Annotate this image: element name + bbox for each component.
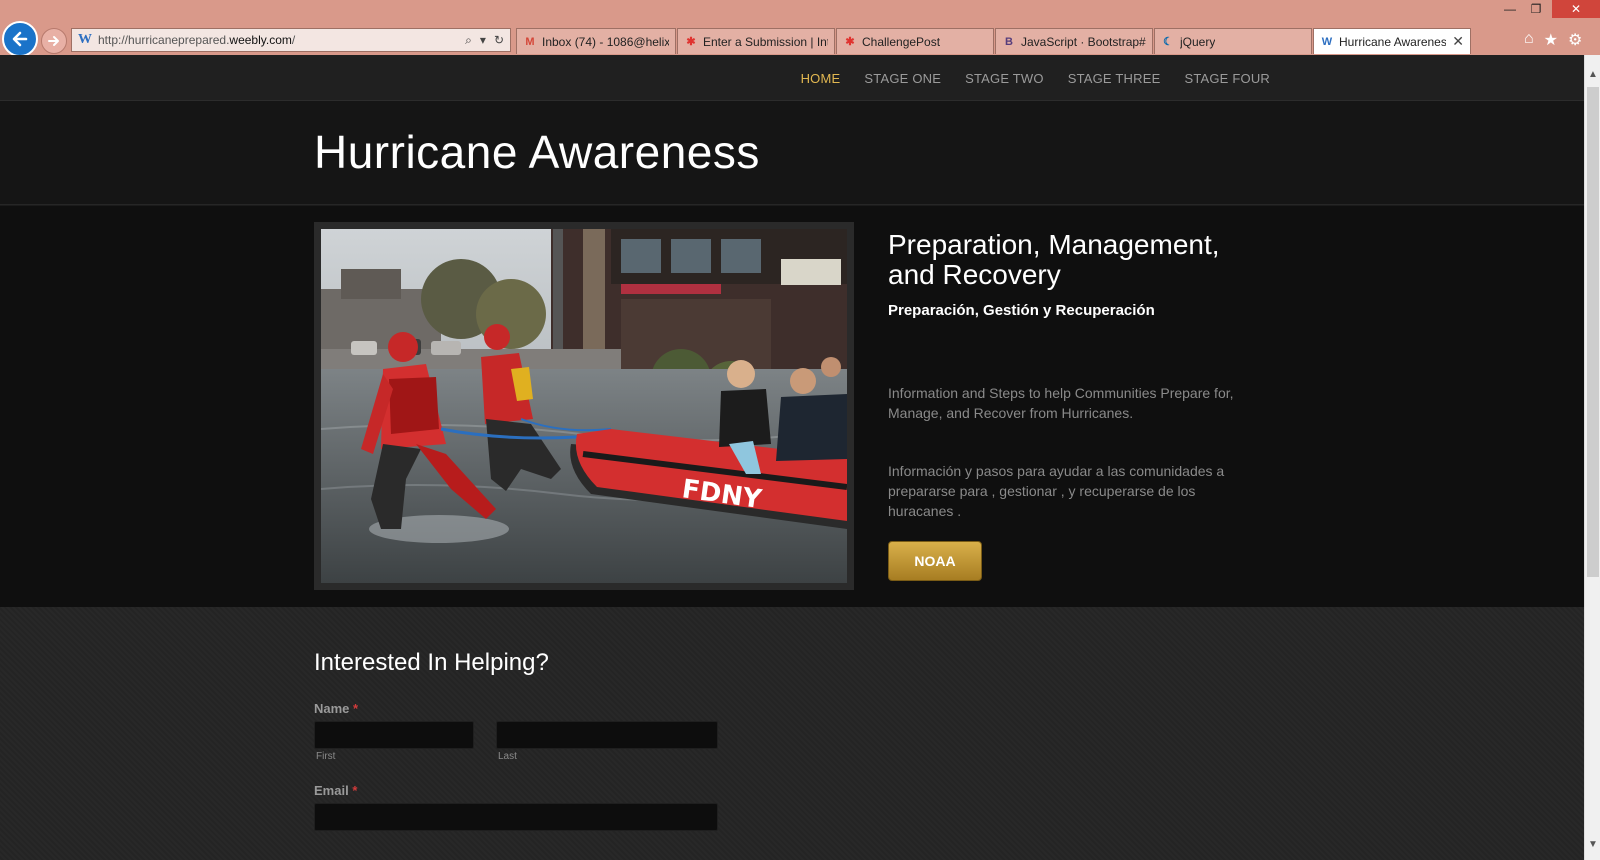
browser-tab-label: JavaScript · Bootstrap#... xyxy=(1021,34,1146,49)
hero-heading: Preparation, Management, and Recovery xyxy=(888,229,1220,290)
close-tab-icon[interactable]: ✕ xyxy=(1452,33,1464,50)
nav-list: HOME STAGE ONE STAGE TWO STAGE THREE STAGE F… xyxy=(801,55,1270,101)
flood-rescue-illustration: FDNY xyxy=(321,229,847,583)
name-label: Name * xyxy=(314,701,359,716)
address-bar[interactable]: W http://hurricaneprepared.weebly.com/ ⌕… xyxy=(71,28,511,52)
nav-item-home[interactable]: HOME xyxy=(801,71,841,86)
browser-tab-label: Inbox (74) - 1086@helix... xyxy=(542,34,669,49)
vertical-scrollbar[interactable]: ▲ ▼ xyxy=(1584,55,1600,860)
chevron-down-icon[interactable]: ▾ xyxy=(480,33,486,48)
address-url[interactable]: http://hurricaneprepared.weebly.com/ xyxy=(98,33,465,47)
home-icon[interactable]: ⌂ xyxy=(1524,30,1534,50)
email-input[interactable] xyxy=(314,803,718,831)
nav-item-stage-four[interactable]: STAGE FOUR xyxy=(1184,71,1270,86)
nav-item-stage-one[interactable]: STAGE ONE xyxy=(864,71,941,86)
site-title[interactable]: Hurricane Awareness xyxy=(314,125,760,179)
browser-tab[interactable]: ☾ jQuery xyxy=(1154,28,1312,54)
browser-tab[interactable]: B JavaScript · Bootstrap#... xyxy=(995,28,1153,54)
tab-strip: M Inbox (74) - 1086@helix... ✱ Enter a Subm… xyxy=(516,28,1472,54)
scroll-up-arrow-icon[interactable]: ▲ xyxy=(1585,69,1600,80)
nav-item-stage-three[interactable]: STAGE THREE xyxy=(1068,71,1161,86)
favorites-star-icon[interactable]: ★ xyxy=(1544,30,1558,50)
first-name-input[interactable] xyxy=(314,721,474,749)
browser-tab[interactable]: W Hurricane Awarenes... ✕ xyxy=(1313,28,1471,54)
last-name-input[interactable] xyxy=(496,721,718,749)
back-button[interactable] xyxy=(2,21,38,57)
browser-tab-label: jQuery xyxy=(1180,34,1216,49)
gear-icon[interactable]: ⚙ xyxy=(1568,30,1582,50)
required-asterisk: * xyxy=(353,701,359,716)
hero-photo-frame: FDNY xyxy=(314,222,854,590)
window-close-button[interactable]: ✕ xyxy=(1552,0,1600,18)
nav-item-stage-two[interactable]: STAGE TWO xyxy=(965,71,1044,86)
weebly-icon: W xyxy=(78,32,92,47)
hero-paragraph-english: Information and Steps to help Communitie… xyxy=(888,385,1234,421)
hero-paragraph-spanish: Información y pasos para ayudar a las co… xyxy=(888,463,1225,519)
forward-button[interactable] xyxy=(41,28,67,54)
scroll-down-arrow-icon[interactable]: ▼ xyxy=(1585,839,1600,850)
last-name-sublabel: Last xyxy=(498,751,517,762)
first-name-sublabel: First xyxy=(316,751,336,762)
required-asterisk: * xyxy=(352,783,358,798)
helping-form-section: Interested In Helping? Name * First Last… xyxy=(0,607,1584,860)
colorful-star-icon: ✱ xyxy=(845,36,855,48)
site-navigation: HOME STAGE ONE STAGE TWO STAGE THREE STAGE F… xyxy=(0,55,1584,101)
hero-subheading: Preparación, Gestión y Recuperación xyxy=(888,302,1155,319)
email-label: Email * xyxy=(314,783,358,798)
hero-text-block: Preparation, Management, and Recovery Pr… xyxy=(888,230,1258,581)
search-icon[interactable]: ⌕ xyxy=(465,33,472,48)
site-header: Hurricane Awareness xyxy=(0,101,1584,205)
browser-tab[interactable]: M Inbox (74) - 1086@helix... xyxy=(516,28,676,54)
colorful-star-icon: ✱ xyxy=(686,36,696,48)
noaa-button[interactable]: NOAA xyxy=(888,541,982,581)
browser-tab-label: ChallengePost xyxy=(862,34,941,49)
browser-tab-label: Hurricane Awarenes... xyxy=(1339,34,1447,49)
weebly-icon: W xyxy=(1321,35,1333,48)
browser-toolbar: ⌂ ★ ⚙ xyxy=(1524,30,1582,50)
form-title: Interested In Helping? xyxy=(314,649,549,676)
browser-tab[interactable]: ✱ Enter a Submission | Int... xyxy=(677,28,835,54)
bootstrap-icon: B xyxy=(1005,35,1013,48)
scrollbar-thumb[interactable] xyxy=(1587,87,1599,577)
jquery-icon: ☾ xyxy=(1163,36,1173,48)
hero-photo-rescue-boat: FDNY xyxy=(321,229,847,583)
refresh-icon[interactable]: ↻ xyxy=(494,33,504,48)
page-viewport: HOME STAGE ONE STAGE TWO STAGE THREE STAGE F… xyxy=(0,55,1584,860)
gmail-icon: M xyxy=(525,35,535,48)
browser-tab[interactable]: ✱ ChallengePost xyxy=(836,28,994,54)
arrow-left-icon xyxy=(12,31,28,47)
window-minimize-button[interactable]: — xyxy=(1500,0,1520,18)
browser-chrome: — ❐ ✕ W http://hurricaneprepared.weebly.… xyxy=(0,0,1600,57)
browser-tab-label: Enter a Submission | Int... xyxy=(703,34,828,49)
window-restore-button[interactable]: ❐ xyxy=(1524,0,1548,18)
hero-section: FDNY Preparation, Management, and Recove… xyxy=(0,206,1584,607)
arrow-right-icon xyxy=(48,36,59,46)
